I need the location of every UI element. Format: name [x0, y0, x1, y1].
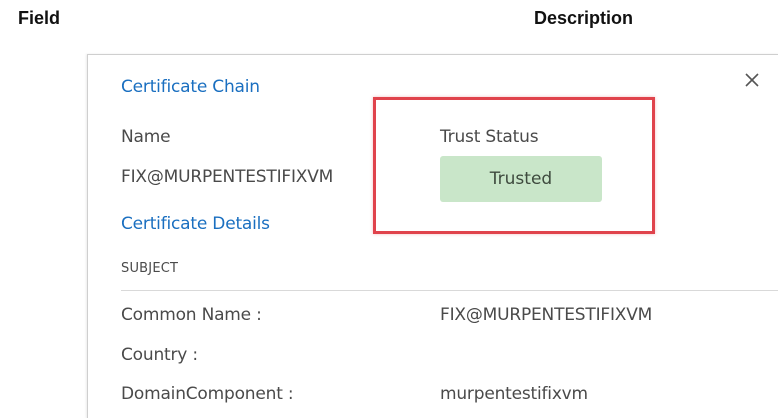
page: Field Description Certificate Chain Name… — [0, 0, 778, 418]
close-icon — [745, 73, 759, 87]
subject-header: SUBJECT — [121, 261, 179, 276]
certificate-details-title[interactable]: Certificate Details — [121, 214, 270, 234]
name-label: Name — [121, 127, 171, 147]
subject-divider — [121, 290, 778, 291]
common-name-value: FIX@MURPENTESTIFIXVM — [440, 305, 653, 325]
field-column-header: Field — [18, 8, 61, 28]
certificate-dialog: Certificate Chain Name FIX@MURPENTESTIFI… — [87, 54, 778, 418]
description-column-header: Description — [534, 8, 634, 28]
name-value: FIX@MURPENTESTIFIXVM — [121, 167, 334, 187]
certificate-chain-title[interactable]: Certificate Chain — [121, 77, 260, 97]
domain-component-value: murpentestifixvm — [440, 384, 588, 404]
trust-status-label: Trust Status — [440, 127, 539, 147]
country-label: Country : — [121, 345, 198, 365]
trust-status-badge: Trusted — [440, 156, 602, 202]
common-name-label: Common Name : — [121, 305, 262, 325]
domain-component-label: DomainComponent : — [121, 384, 294, 404]
close-button[interactable] — [741, 69, 763, 91]
